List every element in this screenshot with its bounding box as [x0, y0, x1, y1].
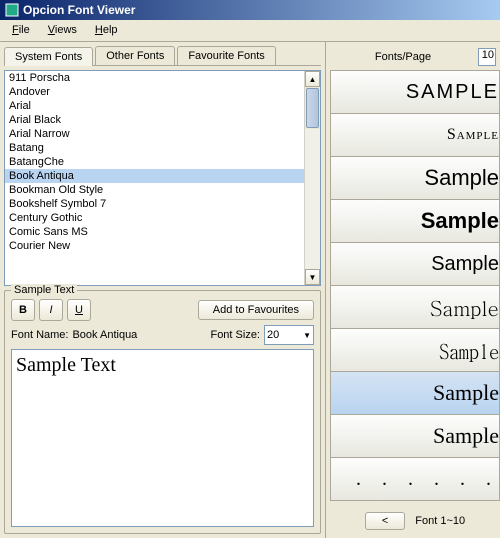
menu-views[interactable]: Views	[40, 22, 85, 39]
app-icon	[5, 3, 19, 17]
font-list-item[interactable]: Bookshelf Symbol 7	[5, 197, 304, 211]
preview-item[interactable]: Sample	[330, 372, 500, 415]
font-name-label: Font Name:	[11, 329, 68, 341]
tab-bar: System Fonts Other Fonts Favourite Fonts	[4, 46, 321, 66]
group-title: Sample Text	[11, 284, 77, 296]
preview-item[interactable]: SAMPLE	[330, 71, 500, 114]
font-list-item[interactable]: Arial	[5, 99, 304, 113]
scrollbar[interactable]: ▲ ▼	[304, 71, 320, 285]
preview-header: Fonts/Page 10	[330, 46, 500, 68]
left-panel: System Fonts Other Fonts Favourite Fonts…	[0, 42, 326, 538]
scroll-down-button[interactable]: ▼	[305, 269, 320, 285]
preview-item[interactable]: Sample	[330, 329, 500, 372]
font-list-item[interactable]: Comic Sans MS	[5, 225, 304, 239]
font-list-item[interactable]: Book Antiqua	[5, 169, 304, 183]
font-name-value: Book Antiqua	[72, 329, 137, 341]
font-list-item[interactable]: BatangChe	[5, 155, 304, 169]
font-info-row: Font Name: Book Antiqua Font Size: 20 ▼	[11, 325, 314, 345]
menu-help[interactable]: Help	[87, 22, 126, 39]
preview-item[interactable]: Sample	[330, 200, 500, 243]
font-list-item[interactable]: Andover	[5, 85, 304, 99]
content-area: System Fonts Other Fonts Favourite Fonts…	[0, 42, 500, 538]
font-list-item[interactable]: Century Gothic	[5, 211, 304, 225]
menu-file[interactable]: File	[4, 22, 38, 39]
font-list[interactable]: 911 PorschaAndoverArialArial BlackArial …	[5, 71, 304, 285]
italic-button[interactable]: I	[39, 299, 63, 321]
font-list-item[interactable]: Bookman Old Style	[5, 183, 304, 197]
preview-item[interactable]: Sample	[330, 157, 500, 200]
font-list-item[interactable]: 911 Porscha	[5, 71, 304, 85]
tab-other-fonts[interactable]: Other Fonts	[95, 46, 175, 65]
font-range-label: Font 1~10	[415, 515, 465, 527]
scroll-track[interactable]	[305, 129, 320, 269]
format-toolbar: B I U Add to Favourites	[11, 299, 314, 321]
font-list-item[interactable]: Batang	[5, 141, 304, 155]
preview-item[interactable]: Sample	[330, 415, 500, 458]
menu-bar: File Views Help	[0, 20, 500, 42]
title-bar: Opcion Font Viewer	[0, 0, 500, 20]
preview-item[interactable]: . . . . . .	[330, 458, 500, 501]
tab-system-fonts[interactable]: System Fonts	[4, 47, 93, 66]
underline-button[interactable]: U	[67, 299, 91, 321]
font-list-item[interactable]: Courier New	[5, 239, 304, 253]
preview-item[interactable]: Sample	[330, 114, 500, 157]
chevron-down-icon: ▼	[303, 331, 311, 340]
scroll-up-button[interactable]: ▲	[305, 71, 320, 87]
fonts-per-page-input[interactable]: 10	[478, 48, 496, 66]
prev-page-button[interactable]: <	[365, 512, 405, 530]
add-to-favourites-button[interactable]: Add to Favourites	[198, 300, 314, 320]
tab-favourite-fonts[interactable]: Favourite Fonts	[177, 46, 275, 65]
preview-item[interactable]: Sample	[330, 243, 500, 286]
sample-text-area[interactable]: Sample Text	[11, 349, 314, 527]
right-panel: Fonts/Page 10 SAMPLESampleSampleSampleSa…	[326, 42, 500, 538]
preview-nav: < Font 1~10	[330, 508, 500, 534]
title-text: Opcion Font Viewer	[23, 3, 135, 17]
scroll-thumb[interactable]	[306, 88, 319, 128]
app-window: Opcion Font Viewer File Views Help Syste…	[0, 0, 500, 538]
bold-button[interactable]: B	[11, 299, 35, 321]
sample-text-group: Sample Text B I U Add to Favourites Font…	[4, 290, 321, 534]
font-size-select[interactable]: 20 ▼	[264, 325, 314, 345]
font-list-item[interactable]: Arial Black	[5, 113, 304, 127]
font-size-value: 20	[267, 329, 279, 341]
preview-list: SAMPLESampleSampleSampleSampleSampleSamp…	[330, 70, 500, 506]
font-list-item[interactable]: Arial Narrow	[5, 127, 304, 141]
font-size-label: Font Size:	[210, 329, 260, 341]
preview-item[interactable]: Sample	[330, 286, 500, 329]
font-list-container: 911 PorschaAndoverArialArial BlackArial …	[4, 70, 321, 286]
fonts-per-page-label: Fonts/Page	[334, 51, 472, 63]
